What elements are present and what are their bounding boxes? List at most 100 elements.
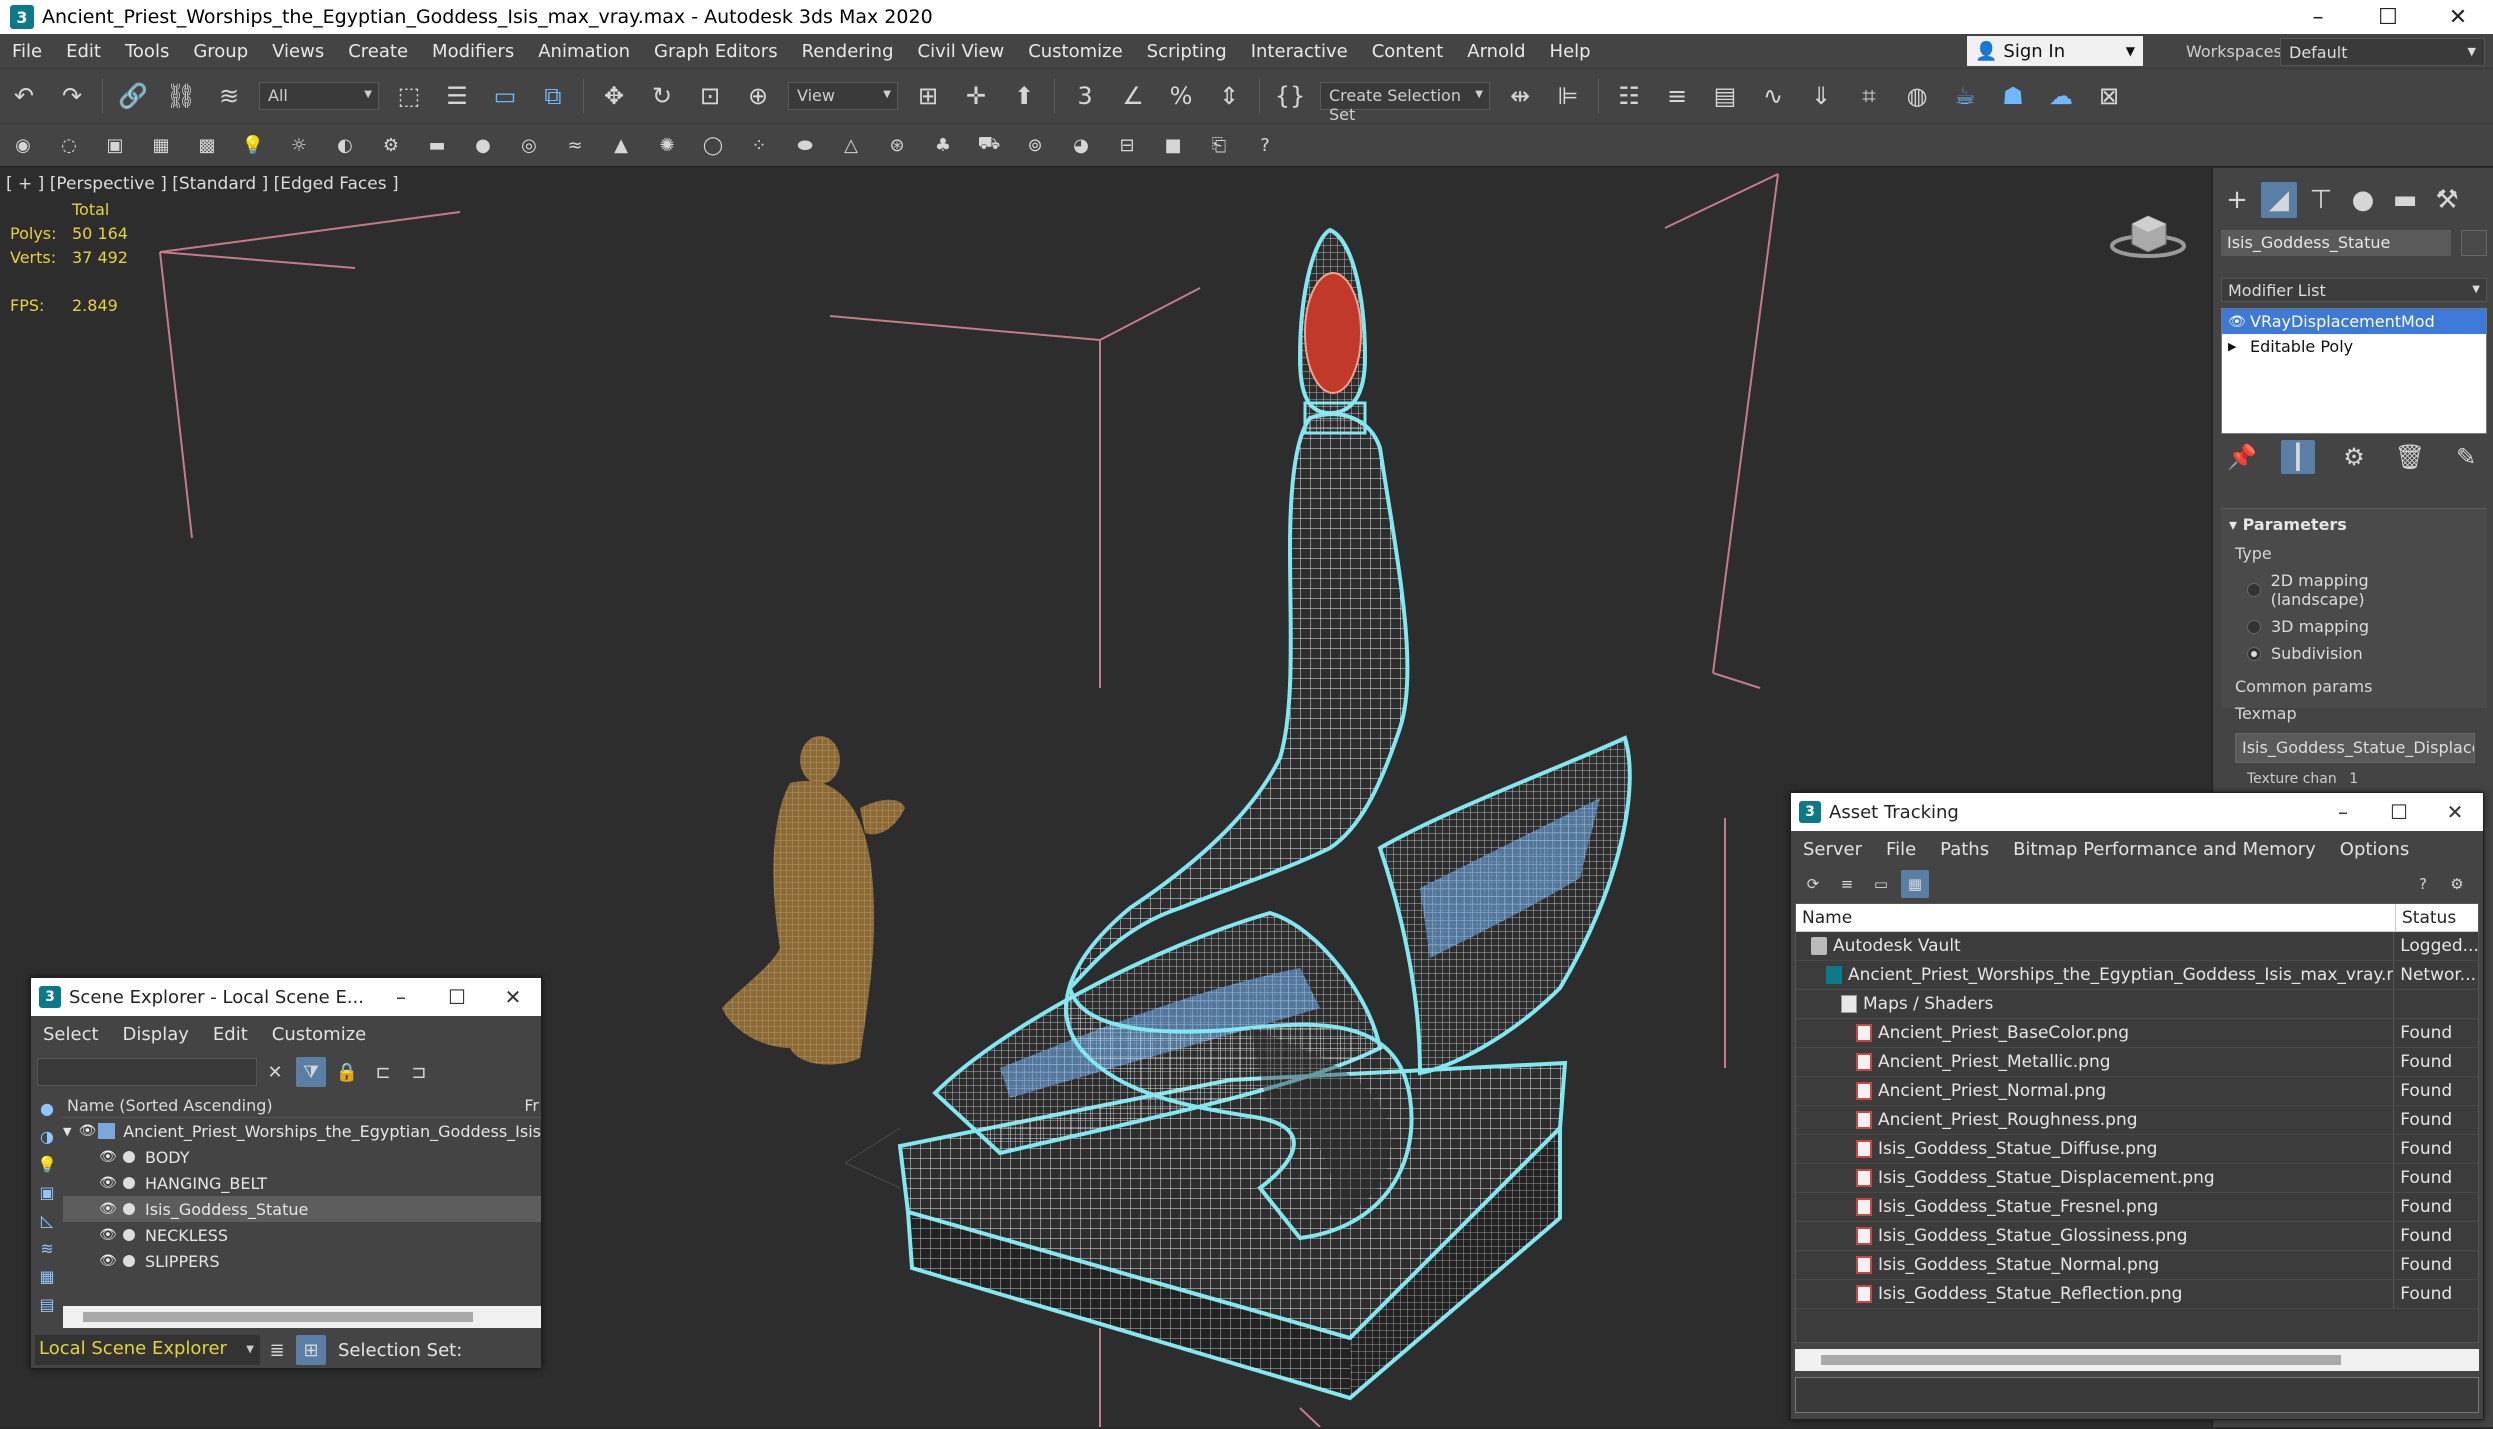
shapes-filter-icon[interactable]: ◑	[35, 1124, 59, 1148]
lights-filter-icon[interactable]: 💡	[35, 1152, 59, 1176]
vray-lister-icon[interactable]: ▩	[192, 129, 222, 161]
expand-arrow-icon[interactable]: ▶	[2228, 340, 2250, 353]
type-radio-subdivision[interactable]: Subdivision	[2221, 640, 2487, 667]
stack-item-vray-displacement[interactable]: 👁 VRayDisplacementMod	[2222, 309, 2486, 334]
vray-sphere-icon[interactable]: ●	[468, 129, 498, 161]
vray-material-ball-icon[interactable]: ◕	[1066, 129, 1096, 161]
refresh-icon[interactable]: ⟳	[1799, 870, 1827, 898]
list-item[interactable]: 👁 NECKLESS	[63, 1222, 541, 1248]
table-row[interactable]: Isis_Goddess_Statue_Reflection.png Found	[1796, 1279, 2478, 1309]
maximize-button[interactable]: ☐	[429, 978, 485, 1016]
maximize-button[interactable]: ☐	[2353, 0, 2423, 34]
edit-named-selection-icon[interactable]: {}	[1270, 76, 1310, 116]
helpers-filter-icon[interactable]: ◺	[35, 1208, 59, 1232]
scale-icon[interactable]: ⊡	[690, 76, 730, 116]
spacewarps-filter-icon[interactable]: ≋	[35, 1236, 59, 1260]
vray-dome-icon[interactable]: ◐	[330, 129, 360, 161]
menu-rendering[interactable]: Rendering	[790, 41, 906, 62]
sign-in-dropdown[interactable]: 👤 Sign In ▼	[1967, 36, 2143, 66]
vray-cone-icon[interactable]: ▲	[606, 129, 636, 161]
menu-edit[interactable]: Edit	[54, 41, 113, 62]
vray-plant-icon[interactable]: ♣	[928, 129, 958, 161]
menu-server[interactable]: Server	[1791, 839, 1874, 860]
collapse-arrow-icon[interactable]: ▼	[63, 1125, 78, 1138]
configure-modifier-sets-icon[interactable]: ✎	[2449, 440, 2483, 474]
selection-filter-select[interactable]: All ▼	[259, 82, 379, 110]
menu-group[interactable]: Group	[181, 41, 260, 62]
menu-create[interactable]: Create	[336, 41, 420, 62]
menu-arnold[interactable]: Arnold	[1455, 41, 1537, 62]
horizontal-scrollbar[interactable]	[1795, 1349, 2479, 1371]
eye-icon[interactable]: 👁	[99, 1253, 119, 1269]
object-color-swatch[interactable]	[2461, 230, 2487, 256]
help-icon[interactable]: ?	[2409, 870, 2437, 898]
redo-icon[interactable]: ↷	[52, 76, 92, 116]
menu-views[interactable]: Views	[260, 41, 336, 62]
help-icon[interactable]: ?	[1250, 129, 1280, 161]
scene-explorer-titlebar[interactable]: 3 Scene Explorer - Local Scene E... – ☐ …	[31, 978, 541, 1016]
maximize-button[interactable]: ☐	[2371, 793, 2427, 831]
grid-view-icon[interactable]: ▦	[1901, 870, 1929, 898]
menu-file[interactable]: File	[1874, 839, 1928, 860]
column-header-frozen[interactable]: Fr	[524, 1096, 539, 1115]
display-tab-icon[interactable]: ▬	[2387, 182, 2423, 218]
asset-tracking-titlebar[interactable]: 3 Asset Tracking – ☐ ✕	[1791, 793, 2483, 831]
vray-fur-icon[interactable]: ≈	[560, 129, 590, 161]
horizontal-scrollbar[interactable]	[63, 1306, 541, 1328]
rotate-icon[interactable]: ↻	[642, 76, 682, 116]
type-radio-2d-mapping[interactable]: 2D mapping (landscape)	[2221, 567, 2487, 613]
radio-button[interactable]	[2247, 619, 2261, 634]
table-row[interactable]: Isis_Goddess_Statue_Fresnel.png Found	[1796, 1192, 2478, 1222]
motion-tab-icon[interactable]: ●	[2345, 182, 2381, 218]
table-row[interactable]: Ancient_Priest_Metallic.png Found	[1796, 1047, 2478, 1077]
hierarchy-tab-icon[interactable]: ⊤	[2303, 182, 2339, 218]
xrefs-filter-icon[interactable]: ▤	[35, 1292, 59, 1316]
radio-button[interactable]	[2247, 583, 2261, 597]
minimize-button[interactable]: –	[2283, 0, 2353, 34]
menu-bitmap-performance[interactable]: Bitmap Performance and Memory	[2001, 839, 2328, 860]
scrollbar-thumb[interactable]	[83, 1312, 473, 1322]
bind-space-warp-icon[interactable]: ≋	[209, 76, 249, 116]
texture-channel-value[interactable]: 1	[2349, 771, 2358, 787]
table-row[interactable]: Isis_Goddess_Statue_Displacement.png Foun…	[1796, 1163, 2478, 1193]
eye-icon[interactable]: 👁	[78, 1123, 97, 1139]
list-item-root[interactable]: ▼ 👁 Ancient_Priest_Worships_the_Egyptian…	[63, 1118, 541, 1144]
vray-globe-icon[interactable]: ⊛	[882, 129, 912, 161]
vray-plane-icon[interactable]: ▬	[422, 129, 452, 161]
undo-icon[interactable]: ↶	[4, 76, 44, 116]
menu-tools[interactable]: Tools	[113, 41, 181, 62]
column-header-status[interactable]: Status	[2396, 908, 2456, 928]
render-in-cloud-icon[interactable]: ⊠	[2089, 76, 2129, 116]
lock-icon[interactable]: 🔒	[332, 1057, 362, 1087]
table-row[interactable]: Ancient_Priest_Roughness.png Found	[1796, 1105, 2478, 1135]
menu-customize[interactable]: Customize	[260, 1024, 378, 1045]
vray-grid-icon[interactable]: △	[836, 129, 866, 161]
align-icon[interactable]: ⊫	[1548, 76, 1588, 116]
reference-coordinate-select[interactable]: View ▼	[788, 82, 898, 110]
column-header-name[interactable]: Name	[1796, 904, 2396, 932]
rectangular-selection-icon[interactable]: ▭	[485, 76, 525, 116]
layer-explorer-icon[interactable]: ☷	[1609, 76, 1649, 116]
vray-ball-icon[interactable]: ◯	[698, 129, 728, 161]
pivot-center-icon[interactable]: ⊞	[908, 76, 948, 116]
create-selection-set-select[interactable]: Create Selection Set ▼	[1320, 82, 1490, 124]
vray-settings-icon[interactable]: ▦	[146, 129, 176, 161]
vray-export-icon[interactable]: ⎗	[1204, 129, 1234, 161]
close-button[interactable]: ✕	[485, 978, 541, 1016]
cameras-filter-icon[interactable]: ▣	[35, 1180, 59, 1204]
render-setup-icon[interactable]: ☕	[1945, 76, 1985, 116]
list-item[interactable]: 👁 HANGING_BELT	[63, 1170, 541, 1196]
list-item[interactable]: 👁 Isis_Goddess_Statue	[63, 1196, 541, 1222]
minimize-button[interactable]: –	[373, 978, 429, 1016]
radio-button[interactable]	[2247, 646, 2261, 661]
toggle-ribbon-icon[interactable]: ≡	[1657, 76, 1697, 116]
list-view-icon[interactable]: ≡	[1833, 870, 1861, 898]
stack-item-editable-poly[interactable]: ▶ Editable Poly	[2222, 334, 2486, 359]
vray-render-icon[interactable]: ▣	[100, 129, 130, 161]
eye-icon[interactable]: 👁	[99, 1149, 119, 1165]
menu-civil-view[interactable]: Civil View	[906, 41, 1017, 62]
table-row[interactable]: Maps / Shaders	[1796, 989, 2478, 1019]
list-item[interactable]: 👁 BODY	[63, 1144, 541, 1170]
hierarchy-icon[interactable]: ⊏	[368, 1057, 398, 1087]
vray-mesh-icon[interactable]: ⚙	[376, 129, 406, 161]
